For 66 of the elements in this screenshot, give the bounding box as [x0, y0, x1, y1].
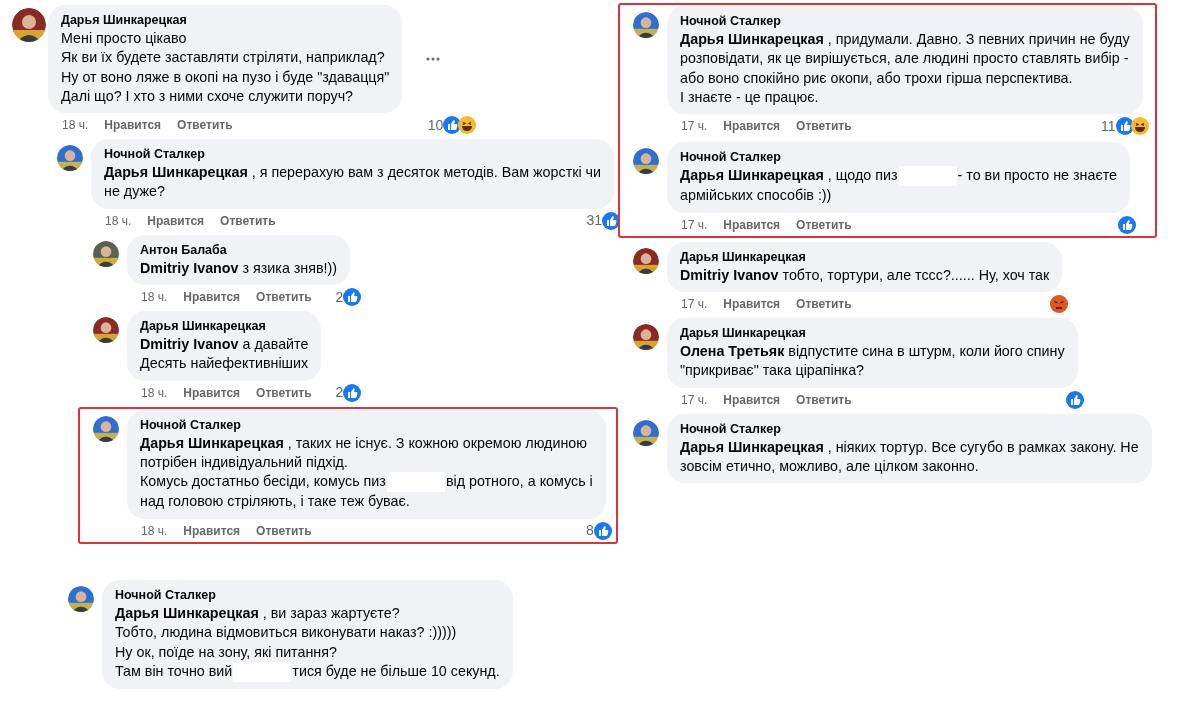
author-name[interactable]: Ночной Сталкер [680, 149, 1118, 166]
like-icon[interactable] [343, 383, 362, 402]
like-icon[interactable] [1115, 117, 1134, 136]
author-name[interactable]: Ночной Сталкер [115, 587, 500, 603]
reply-link[interactable]: Ответить [256, 383, 312, 402]
like-link[interactable]: Нравится [147, 211, 205, 230]
reaction-count: 2 [335, 383, 344, 403]
timestamp[interactable]: 17 ч. [681, 215, 708, 234]
author-name[interactable]: Дарья Шинкарецкая [140, 318, 309, 335]
like-link[interactable]: Нравится [183, 288, 241, 307]
timestamp[interactable]: 18 ч. [141, 521, 168, 540]
comment-text: Dmitriy Ivanov з язика зняв!)) [140, 258, 338, 278]
timestamp[interactable]: 18 ч. [141, 383, 168, 402]
like-icon[interactable] [1118, 215, 1137, 234]
comment-text: Дарья Шинкарецкая , щодо пиз - то ви просто не знаєте армійських способів :)) [680, 166, 1118, 206]
author-name[interactable]: Ночной Сталкер [140, 416, 593, 433]
reply-link[interactable]: Ответить [256, 288, 312, 307]
reply-link[interactable]: Ответить [796, 390, 852, 409]
comment-text: Мені просто цікаво Як ви їх будете заставляти стріляти, наприклад? Ну от воно ляже в окопі на пузо і буде "здавацця" Далі що? І хто з ними схоче служити поруч? [61, 29, 390, 106]
author-name[interactable]: Дарья Шинкарецкая [680, 325, 1065, 341]
comment-text: Дарья Шинкарецкая , таких не існує. З кожною окремою людиною потрібен індивідуальний підхід. Комусь достатньо бесіди, комусь пиз від ротного, а комусь і над головою стріляють, і таке теж буває. [140, 433, 593, 512]
comment-text: Олена Третьяк відпустите сина в штурм, коли його спину "прикриває" така цірапінка? [680, 342, 1065, 381]
reaction-count: 8 [586, 521, 594, 541]
reply-link[interactable]: Ответить [256, 521, 312, 540]
comment-text: Dmitriy Ivanov тобто, тортури, але тссс?...... Ну, хоч так [680, 265, 1050, 285]
like-icon[interactable] [593, 521, 612, 540]
reaction-count: 11 [1101, 116, 1116, 136]
timestamp[interactable]: 17 ч. [681, 295, 708, 313]
reaction-count: 31 [586, 211, 603, 231]
timestamp[interactable]: 17 ч. [681, 390, 708, 409]
reply-link[interactable]: Ответить [796, 295, 852, 313]
like-icon[interactable] [343, 288, 362, 307]
author-name[interactable]: Антон Балаба [140, 241, 338, 258]
like-link[interactable]: Нравится [723, 390, 781, 409]
like-link[interactable]: Нравится [723, 215, 781, 234]
comment-text: Дарья Шинкарецкая , придумали. Давно. З певних причин не буду розповідати, як це вирішується, але людині просто ставлять вибір - або воно спокійно риє окопи, або трохи гірша перспектива. І знаєте - це працює. [680, 30, 1130, 107]
author-name[interactable]: Ночной Сталкер [104, 146, 602, 163]
comment-text: Dmitriy Ivanov а давайте Десять найефективніших [140, 335, 309, 374]
comment-text: Дарья Шинкарецкая , ніяких тортур. Все сугубо в рамках закону. Не зовсім етично, можливо, але цілком законно. [680, 437, 1139, 476]
comment-text: Дарья Шинкарецкая , я перерахую вам з десяток методів. Вам жорсткі чи не дуже? [104, 163, 602, 202]
like-link[interactable]: Нравится [183, 383, 241, 402]
like-link[interactable]: Нравится [104, 116, 162, 135]
timestamp[interactable]: 18 ч. [141, 288, 168, 307]
laughing-face-icon[interactable] [458, 116, 477, 135]
author-name[interactable]: Ночной Сталкер [680, 13, 1130, 29]
like-icon[interactable] [1065, 390, 1084, 409]
like-link[interactable]: Нравится [723, 117, 781, 136]
reply-link[interactable]: Ответить [796, 117, 852, 136]
angry-face-icon[interactable] [1050, 295, 1069, 313]
author-name[interactable]: Ночной Сталкер [680, 420, 1139, 437]
reply-link[interactable]: Ответить [220, 211, 276, 230]
timestamp[interactable]: 18 ч. [62, 116, 89, 135]
like-link[interactable]: Нравится [723, 295, 781, 313]
like-link[interactable]: Нравится [183, 521, 241, 540]
like-icon[interactable] [602, 211, 621, 230]
timestamp[interactable]: 17 ч. [681, 117, 708, 136]
comment-text: Дарья Шинкарецкая , ви зараз жартуєте? Тобто, людина відмовиться виконувати наказ? :))))) Ну ок, поїде на зону, які питання? Там він точно вий тися буде не більше 10 секунд. [115, 604, 500, 683]
author-name[interactable]: Дарья Шинкарецкая [680, 248, 1050, 265]
more-icon[interactable] [426, 57, 441, 62]
author-name[interactable]: Дарья Шинкарецкая [61, 12, 390, 28]
reaction-count: 10 [427, 115, 444, 135]
reply-link[interactable]: Ответить [796, 215, 852, 234]
reaction-count: 2 [335, 287, 344, 307]
reply-link[interactable]: Ответить [177, 116, 233, 135]
laughing-face-icon[interactable] [1130, 117, 1149, 136]
timestamp[interactable]: 18 ч. [105, 211, 132, 230]
